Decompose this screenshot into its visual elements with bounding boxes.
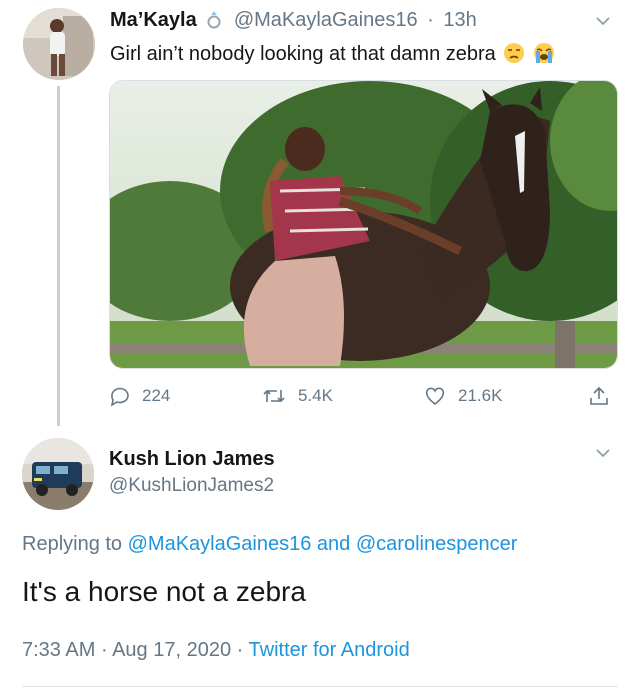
tweet-text: Girl ain’t nobody looking at that damn z…: [110, 43, 496, 65]
chevron-down-icon[interactable]: [596, 14, 610, 28]
reply-text: It's a horse not a zebra: [22, 576, 306, 607]
mention-link[interactable]: @MaKaylaGaines16: [128, 533, 312, 555]
unamused-face-icon: [503, 42, 525, 64]
tweet-source[interactable]: Twitter for Android: [249, 639, 410, 661]
share-button[interactable]: [588, 385, 622, 407]
display-name[interactable]: Kush Lion James: [109, 448, 275, 471]
handle[interactable]: @KushLionJames2: [109, 475, 274, 497]
ring-icon: [206, 9, 222, 35]
reply-count: 224: [142, 386, 171, 405]
retweet-count: 5.4K: [298, 386, 333, 405]
tweet-time[interactable]: 7:33 AM: [22, 639, 95, 661]
avatar[interactable]: [23, 8, 95, 80]
tweet-photo[interactable]: [109, 80, 618, 369]
handle[interactable]: @MaKaylaGaines16: [234, 9, 418, 31]
timestamp-row: 7:33 AM · Aug 17, 2020 · Twitter for And…: [22, 639, 410, 662]
share-icon: [590, 386, 608, 405]
loudly-crying-face-icon: [533, 42, 555, 64]
tweet-header: Ma’Kayla @MaKaylaGaines16 · 13h: [110, 9, 477, 35]
like-button[interactable]: 21.6K: [424, 385, 502, 407]
display-name[interactable]: Ma’Kayla: [110, 9, 197, 31]
thread-line: [57, 86, 60, 426]
reply-icon: [110, 387, 129, 407]
separator-dot: ·: [100, 639, 108, 661]
tweet-text-row: Girl ain’t nobody looking at that damn z…: [110, 42, 555, 66]
mention-link[interactable]: @carolinespencer: [356, 533, 518, 555]
reply-button[interactable]: 224: [108, 385, 170, 407]
separator-dot: ·: [236, 639, 244, 661]
chevron-down-icon[interactable]: [596, 446, 610, 460]
replying-to: Replying to @MaKaylaGaines16 and @caroli…: [22, 533, 517, 556]
replying-prefix: Replying to: [22, 533, 123, 555]
replying-conjunction: and: [316, 533, 351, 555]
like-count: 21.6K: [458, 386, 503, 405]
retweet-button[interactable]: 5.4K: [262, 385, 333, 407]
retweet-icon: [263, 389, 285, 403]
time-ago[interactable]: 13h: [443, 9, 476, 31]
divider: [22, 686, 618, 687]
tweet-date[interactable]: Aug 17, 2020: [112, 639, 231, 661]
heart-icon: [425, 387, 445, 406]
avatar[interactable]: [22, 438, 94, 510]
separator-dot: ·: [427, 9, 434, 31]
